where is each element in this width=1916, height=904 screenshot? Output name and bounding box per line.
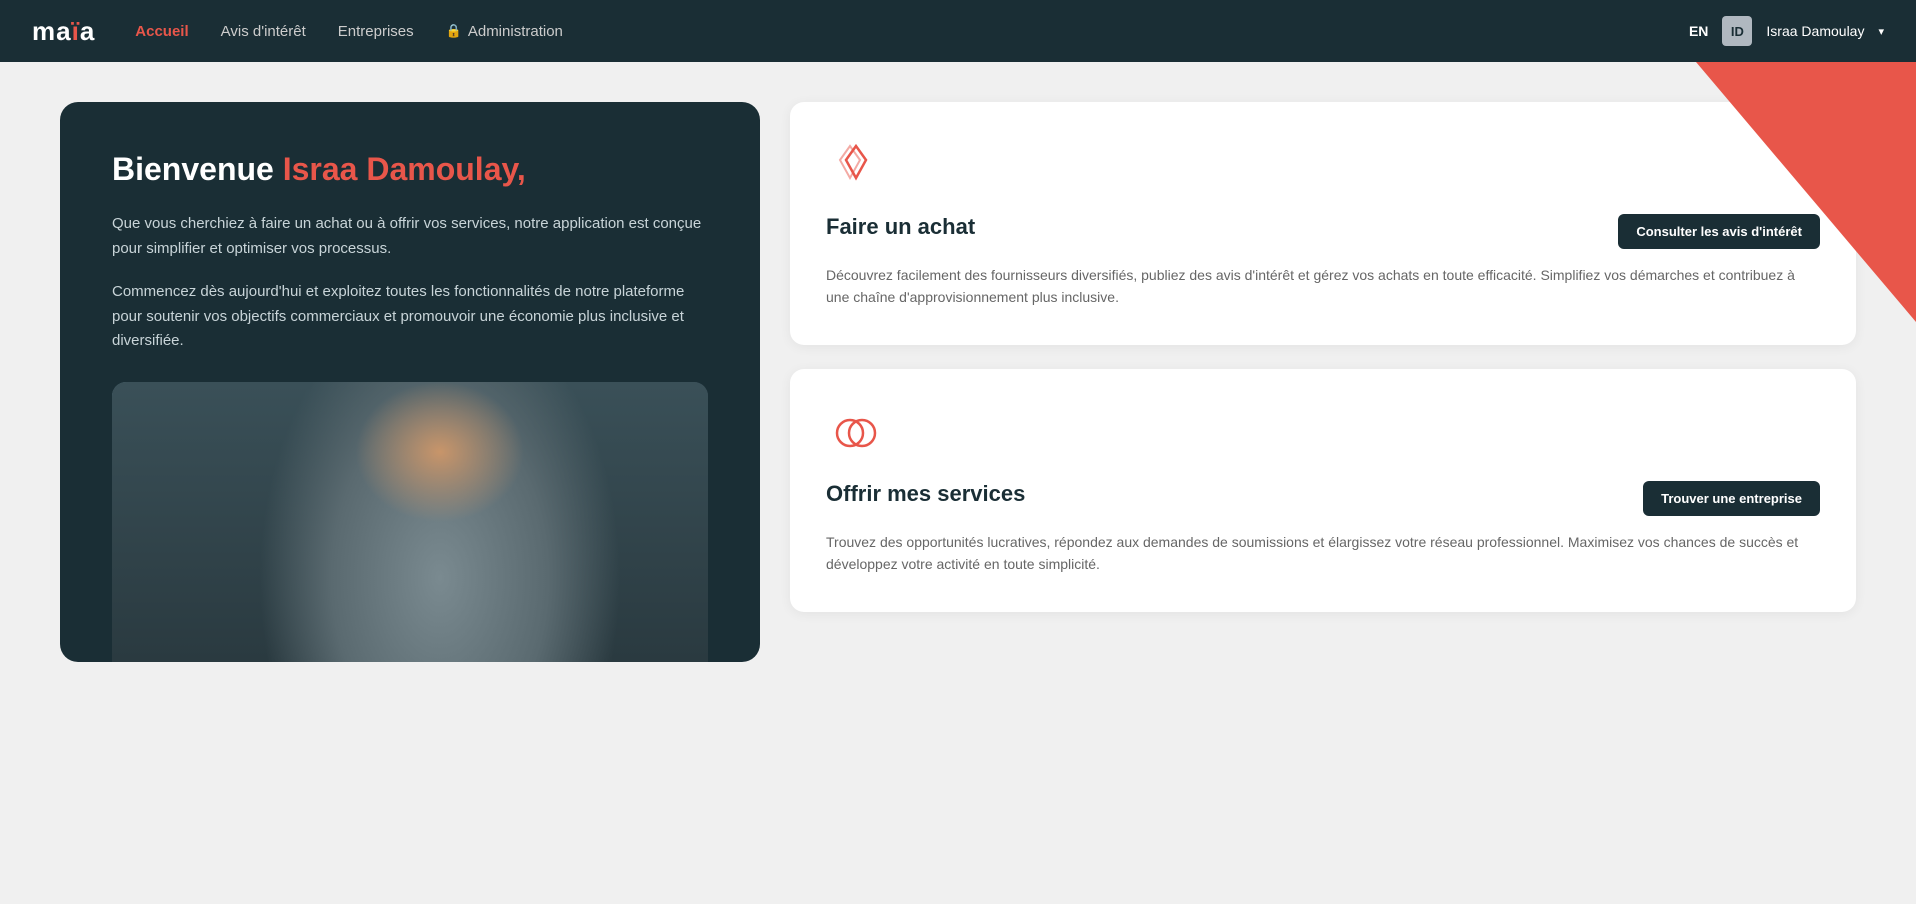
logo[interactable]: maïa	[32, 16, 95, 47]
diamond-icon	[826, 138, 886, 198]
purchase-card-title: Faire un achat	[826, 214, 975, 240]
user-name[interactable]: Israa Damoulay	[1766, 23, 1864, 39]
services-card-top	[826, 405, 1820, 465]
welcome-prefix: Bienvenue	[112, 151, 283, 187]
hero-para-2: Commencez dès aujourd'hui et exploitez t…	[112, 280, 708, 354]
chevron-down-icon: ▾	[1878, 25, 1884, 38]
services-card-title: Offrir mes services	[826, 481, 1025, 507]
nav-accueil[interactable]: Accueil	[135, 23, 188, 40]
navbar-right: EN ID Israa Damoulay ▾	[1689, 16, 1884, 46]
purchase-card-top	[826, 138, 1820, 198]
services-button[interactable]: Trouver une entreprise	[1643, 481, 1820, 516]
purchase-card: Faire un achat Consulter les avis d'inté…	[790, 102, 1856, 345]
purchase-card-header: Faire un achat Consulter les avis d'inté…	[826, 214, 1820, 252]
nav-administration[interactable]: 🔒 Administration	[446, 23, 563, 40]
nav-avis[interactable]: Avis d'intérêt	[221, 23, 306, 40]
lock-icon: 🔒	[446, 23, 462, 39]
navbar: maïa Accueil Avis d'intérêt Entreprises …	[0, 0, 1916, 62]
lang-button[interactable]: EN	[1689, 23, 1708, 39]
logo-text: maïa	[32, 16, 95, 47]
hero-para-1: Que vous cherchiez à faire un achat ou à…	[112, 212, 708, 262]
purchase-card-description: Découvrez facilement des fournisseurs di…	[826, 264, 1820, 309]
welcome-heading: Bienvenue Israa Damoulay,	[112, 150, 708, 188]
main-content: Bienvenue Israa Damoulay, Que vous cherc…	[0, 62, 1916, 702]
purchase-button[interactable]: Consulter les avis d'intérêt	[1618, 214, 1820, 249]
user-avatar: ID	[1722, 16, 1752, 46]
services-card-description: Trouvez des opportunités lucratives, rép…	[826, 531, 1820, 576]
nav-administration-label: Administration	[468, 23, 563, 40]
circles-icon	[826, 405, 886, 465]
nav-links: Accueil Avis d'intérêt Entreprises 🔒 Adm…	[135, 23, 1689, 40]
services-card: Offrir mes services Trouver une entrepri…	[790, 369, 1856, 612]
services-card-header: Offrir mes services Trouver une entrepri…	[826, 481, 1820, 519]
right-cards: Faire un achat Consulter les avis d'inté…	[790, 102, 1856, 612]
nav-entreprises[interactable]: Entreprises	[338, 23, 414, 40]
hero-card: Bienvenue Israa Damoulay, Que vous cherc…	[60, 102, 760, 662]
welcome-name: Israa Damoulay,	[283, 151, 526, 187]
hero-image	[112, 382, 708, 662]
